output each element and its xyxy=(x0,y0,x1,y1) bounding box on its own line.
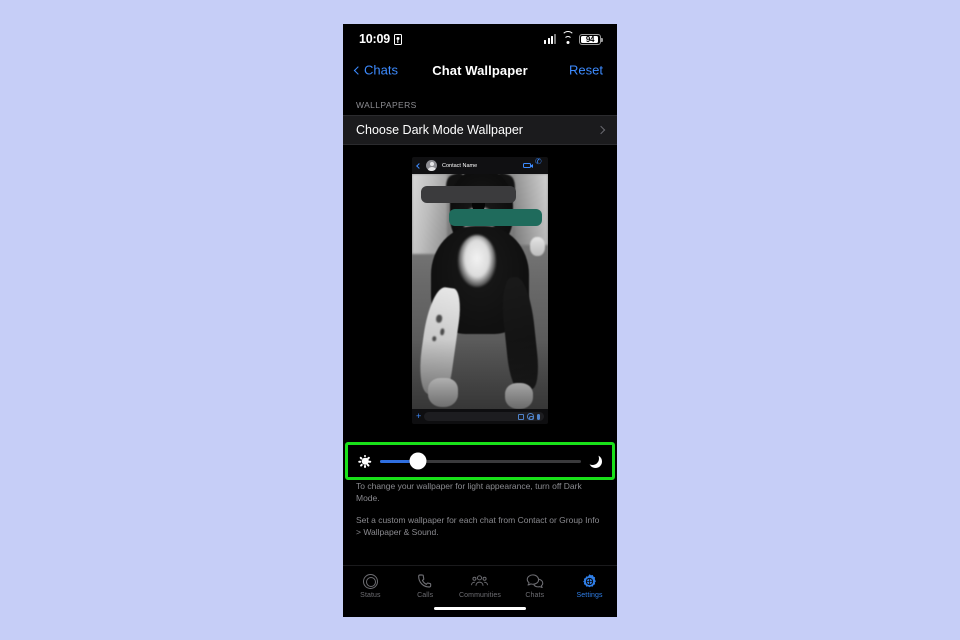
sticker-icon xyxy=(517,413,524,420)
status-bar-time: 10:09 xyxy=(359,32,390,46)
cellular-signal-icon xyxy=(544,34,556,44)
sun-icon xyxy=(358,454,372,468)
moon-icon xyxy=(585,451,602,468)
battery-icon: 94 xyxy=(579,33,603,45)
brightness-slider-thumb[interactable] xyxy=(409,452,427,470)
brightness-slider-highlight[interactable] xyxy=(345,442,615,480)
choose-dark-mode-wallpaper-row[interactable]: Choose Dark Mode Wallpaper xyxy=(343,115,617,145)
camera-icon xyxy=(527,413,534,420)
tab-status-label: Status xyxy=(360,592,381,599)
preview-contact-name: Contact Name xyxy=(442,162,478,169)
contact-avatar-icon xyxy=(426,160,437,171)
tab-status[interactable]: Status xyxy=(343,572,398,599)
tab-settings[interactable]: Settings xyxy=(562,572,617,599)
microphone-icon xyxy=(537,413,540,420)
footer-help-text: To change your wallpaper for light appea… xyxy=(343,470,617,538)
back-button[interactable]: Chats xyxy=(353,62,398,78)
chevron-left-icon xyxy=(353,65,363,75)
home-indicator xyxy=(434,606,526,610)
preview-message-input-bar: + xyxy=(412,409,548,424)
tab-chats-label: Chats xyxy=(525,592,545,599)
status-bar: 10:09 94 xyxy=(343,24,617,54)
chevron-right-icon xyxy=(596,125,606,135)
tab-settings-label: Settings xyxy=(576,592,603,599)
chevron-left-icon xyxy=(416,162,422,169)
back-button-label: Chats xyxy=(364,62,398,78)
preview-message-input xyxy=(424,412,544,421)
screenshot-canvas: 10:09 94 Chats Chat Wallpaper Reset WALL… xyxy=(0,0,960,640)
wallpapers-section-header: WALLPAPERS xyxy=(356,100,417,110)
gear-icon xyxy=(581,572,598,590)
communities-people-icon xyxy=(470,572,489,590)
footer-paragraph-2: Set a custom wallpaper for each chat fro… xyxy=(356,514,600,537)
footer-paragraph-1: To change your wallpaper for light appea… xyxy=(356,481,582,504)
phone-handset-icon xyxy=(535,158,542,169)
preview-message-bubble-outgoing xyxy=(449,209,542,226)
tab-calls[interactable]: Calls xyxy=(398,572,453,599)
phone-handset-icon xyxy=(417,572,433,590)
lock-icon xyxy=(393,33,402,45)
preview-message-bubble-incoming xyxy=(421,186,516,203)
page-title: Chat Wallpaper xyxy=(432,62,528,78)
status-bar-left: 10:09 xyxy=(359,32,402,46)
navigation-bar: Chats Chat Wallpaper Reset xyxy=(343,54,617,86)
brightness-slider-track[interactable] xyxy=(380,452,581,470)
tab-communities[interactable]: Communities xyxy=(453,572,508,599)
phone-frame: 10:09 94 Chats Chat Wallpaper Reset WALL… xyxy=(343,24,617,617)
reset-button[interactable]: Reset xyxy=(569,63,603,78)
choose-dark-mode-wallpaper-label: Choose Dark Mode Wallpaper xyxy=(356,123,523,137)
tab-chats[interactable]: Chats xyxy=(507,572,562,599)
plus-icon: + xyxy=(416,411,422,421)
preview-header-actions xyxy=(523,158,544,169)
preview-chat-header: Contact Name xyxy=(412,157,548,174)
chat-preview[interactable]: Contact Name ✆ + xyxy=(412,157,548,424)
tab-communities-label: Communities xyxy=(459,592,501,599)
battery-percent: 94 xyxy=(585,34,595,44)
status-bar-right: 94 xyxy=(544,31,603,45)
chat-bubbles-icon xyxy=(526,572,544,590)
status-rings-icon xyxy=(362,572,378,590)
wifi-icon xyxy=(561,31,574,44)
tab-calls-label: Calls xyxy=(417,592,434,599)
video-camera-icon xyxy=(523,162,534,169)
chat-preview-container: Contact Name ✆ + xyxy=(343,145,617,424)
